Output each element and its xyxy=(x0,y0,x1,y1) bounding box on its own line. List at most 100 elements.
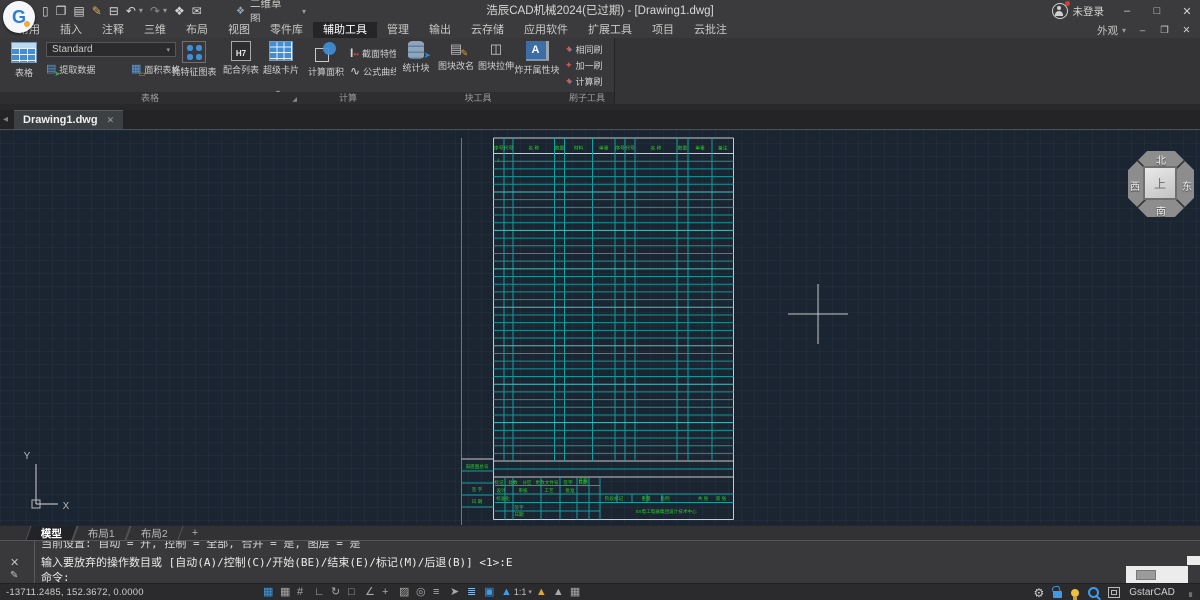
add-layout-button[interactable]: + xyxy=(187,526,203,540)
lineweight-display-icon[interactable]: ≡ xyxy=(433,587,446,598)
table-button[interactable]: 表格 xyxy=(6,42,42,79)
view-cube-east[interactable]: 东 xyxy=(1182,178,1192,193)
annotation-scale-icon[interactable]: ▲1:1▾ xyxy=(501,587,532,598)
maximize-button[interactable]: □ xyxy=(1150,5,1164,17)
doc-restore-button[interactable]: ❐ xyxy=(1159,25,1170,36)
tab-scroll-left-icon[interactable]: ◂ xyxy=(3,110,8,129)
redo-caret-icon[interactable]: ▾ xyxy=(163,7,167,15)
layout-tab-布局2[interactable]: 布局2 xyxy=(125,526,183,540)
minimize-button[interactable]: – xyxy=(1120,5,1134,17)
snap-object-icon[interactable]: # xyxy=(297,587,310,598)
snap-mode-icon[interactable]: ▦ xyxy=(280,587,293,598)
calc-area-button[interactable]: 计算面积 xyxy=(304,42,348,78)
calc-brush-button[interactable]: ✦ 计算刷 xyxy=(565,75,603,88)
ribbon-tab-项目[interactable]: 项目 xyxy=(642,22,684,38)
grid-display-icon[interactable]: ▦ xyxy=(263,587,276,598)
section-props-button[interactable]: I•• 截面特性 xyxy=(350,46,398,60)
view-cube-west[interactable]: 西 xyxy=(1130,178,1140,193)
explode-attr-button[interactable]: A 炸开属性块 xyxy=(514,41,560,76)
dynamic-ucs-icon[interactable]: ◎ xyxy=(416,587,429,598)
command-scrollbar-corner[interactable] xyxy=(1187,556,1200,565)
settings-gear-icon[interactable]: ⚙ xyxy=(1034,587,1045,599)
workspace-switcher[interactable]: ❖ 二维草图 ▾ xyxy=(236,3,306,19)
ribbon-tab-管理[interactable]: 管理 xyxy=(377,22,419,38)
hole-chart-button[interactable]: 孔特征图表 xyxy=(170,41,218,78)
chat-icon[interactable]: ✉ xyxy=(192,5,202,17)
command-scrollbar-horizontal[interactable] xyxy=(1126,566,1188,583)
auto-annotation-scale-icon[interactable]: ▲ xyxy=(553,587,566,598)
angle-snap-icon[interactable]: ∠ xyxy=(365,587,378,598)
svg-text:日期: 日期 xyxy=(514,512,524,518)
command-window[interactable]: ✕ ✎ 当前设置: 自动 = 开, 控制 = 全部, 合并 = 是, 图层 = … xyxy=(0,540,1200,584)
ribbon-tab-云存储[interactable]: 云存储 xyxy=(461,22,514,38)
document-tab-bar: ◂ Drawing1.dwg ✕ xyxy=(0,110,1200,129)
ribbon-tab-注释[interactable]: 注释 xyxy=(92,22,134,38)
ribbon-tab-输出[interactable]: 输出 xyxy=(419,22,461,38)
save-as-icon[interactable]: ✎ xyxy=(92,5,102,17)
svg-text:代号: 代号 xyxy=(625,145,635,152)
ribbon-tab-辅助工具[interactable]: 辅助工具 xyxy=(313,22,377,38)
doc-minimize-button[interactable]: – xyxy=(1137,25,1148,36)
ribbon-tab-零件库[interactable]: 零件库 xyxy=(260,22,313,38)
ribbon-tab-三维[interactable]: 三维 xyxy=(134,22,176,38)
object-snap-icon[interactable]: □ xyxy=(348,587,361,598)
login-button[interactable]: 未登录 xyxy=(1052,3,1105,19)
layout-tab-模型[interactable]: 模型 xyxy=(25,526,77,540)
save-icon[interactable]: ▤ xyxy=(73,5,84,17)
doc-close-button[interactable]: ✕ xyxy=(1181,25,1192,36)
redo-icon[interactable]: ↷ xyxy=(150,5,160,17)
super-card-button[interactable]: 超级卡片 xyxy=(261,41,301,76)
view-cube-top-face[interactable]: 上 xyxy=(1143,166,1177,200)
scrollbar-thumb[interactable] xyxy=(1136,570,1156,580)
unlock-icon[interactable] xyxy=(1053,591,1062,598)
print-icon[interactable]: ⊟ xyxy=(109,5,119,17)
isometric-drafting-icon[interactable]: ▨ xyxy=(399,587,412,598)
stretch-block-button[interactable]: ◫ 图块拉伸 xyxy=(476,41,516,72)
document-tab[interactable]: Drawing1.dwg ✕ xyxy=(14,110,123,129)
document-tab-close-icon[interactable]: ✕ xyxy=(107,115,115,126)
extract-data-button[interactable]: ▤➤ 提取数据 xyxy=(46,63,95,76)
fullscreen-icon[interactable] xyxy=(1108,587,1120,598)
ribbon-tab-应用软件[interactable]: 应用软件 xyxy=(514,22,578,38)
layer-states-icon[interactable]: ❖ xyxy=(174,5,185,17)
annotation-visibility-icon[interactable]: ▲ xyxy=(536,587,549,598)
ribbon-tab-插入[interactable]: 插入 xyxy=(50,22,92,38)
layer-control-icon[interactable]: ≣ xyxy=(467,587,480,598)
stat-block-button[interactable]: ➤ 统计块 xyxy=(398,41,434,74)
undo-icon[interactable]: ↶ xyxy=(126,5,136,17)
dynamic-input-icon[interactable]: ▣ xyxy=(484,587,497,598)
view-cube[interactable]: 上 北 南 西 东 xyxy=(1128,151,1194,217)
ribbon-tab-扩展工具[interactable]: 扩展工具 xyxy=(578,22,642,38)
formula-curve-button[interactable]: ∿ 公式曲线 xyxy=(350,64,399,78)
ribbon-tab-云批注[interactable]: 云批注 xyxy=(684,22,737,38)
view-cube-north[interactable]: 北 xyxy=(1156,152,1166,167)
view-cube-south[interactable]: 南 xyxy=(1156,203,1166,218)
close-button[interactable]: ✕ xyxy=(1180,5,1194,18)
fit-list-button[interactable]: H7 配合列表 xyxy=(221,41,261,76)
same-brush-button[interactable]: ✦ 相同刷 xyxy=(565,43,603,56)
undo-caret-icon[interactable]: ▾ xyxy=(139,7,143,15)
open-file-icon[interactable]: ❐ xyxy=(56,5,67,17)
ribbon-tab-布局[interactable]: 布局 xyxy=(176,22,218,38)
ortho-mode-icon[interactable]: ∟ xyxy=(314,587,327,598)
object-snap-tracking-icon[interactable]: + xyxy=(382,587,395,598)
quick-properties-icon[interactable]: ▦ xyxy=(570,587,583,598)
command-close-icon[interactable]: ✕ xyxy=(10,556,19,569)
polar-tracking-icon[interactable]: ↻ xyxy=(331,587,344,598)
layer-preview-icon[interactable] xyxy=(1088,587,1099,598)
lightbulb-icon[interactable] xyxy=(1071,589,1079,597)
sheet-svg: 序号代号名 称数量材料单重序号代号名 称数量单重备注1旧底图总号签 字日 期标记… xyxy=(0,130,1200,526)
appearance-dropdown[interactable]: 外观 xyxy=(1097,23,1118,38)
layout-tab-布局1[interactable]: 布局1 xyxy=(72,526,130,540)
selection-cycling-icon[interactable]: ➤ xyxy=(450,587,463,598)
drawing-canvas[interactable]: 序号代号名 称数量材料单重序号代号名 称数量单重备注1旧底图总号签 字日 期标记… xyxy=(0,129,1200,526)
command-prompt[interactable]: 命令: xyxy=(41,569,70,584)
rename-block-button[interactable]: ▤✎ 图块改名 xyxy=(436,41,476,72)
new-file-icon[interactable]: ▯ xyxy=(42,5,49,17)
resize-grip-icon[interactable]: ▗ xyxy=(1186,588,1192,597)
table-style-combo[interactable]: Standard ▾ xyxy=(46,42,176,57)
table-dialog-launcher-icon[interactable]: ◢ xyxy=(292,96,297,103)
add-one-brush-button[interactable]: ✦ 加一刷 xyxy=(565,59,603,72)
ribbon-tab-视图[interactable]: 视图 xyxy=(218,22,260,38)
app-logo[interactable]: G xyxy=(3,1,35,33)
